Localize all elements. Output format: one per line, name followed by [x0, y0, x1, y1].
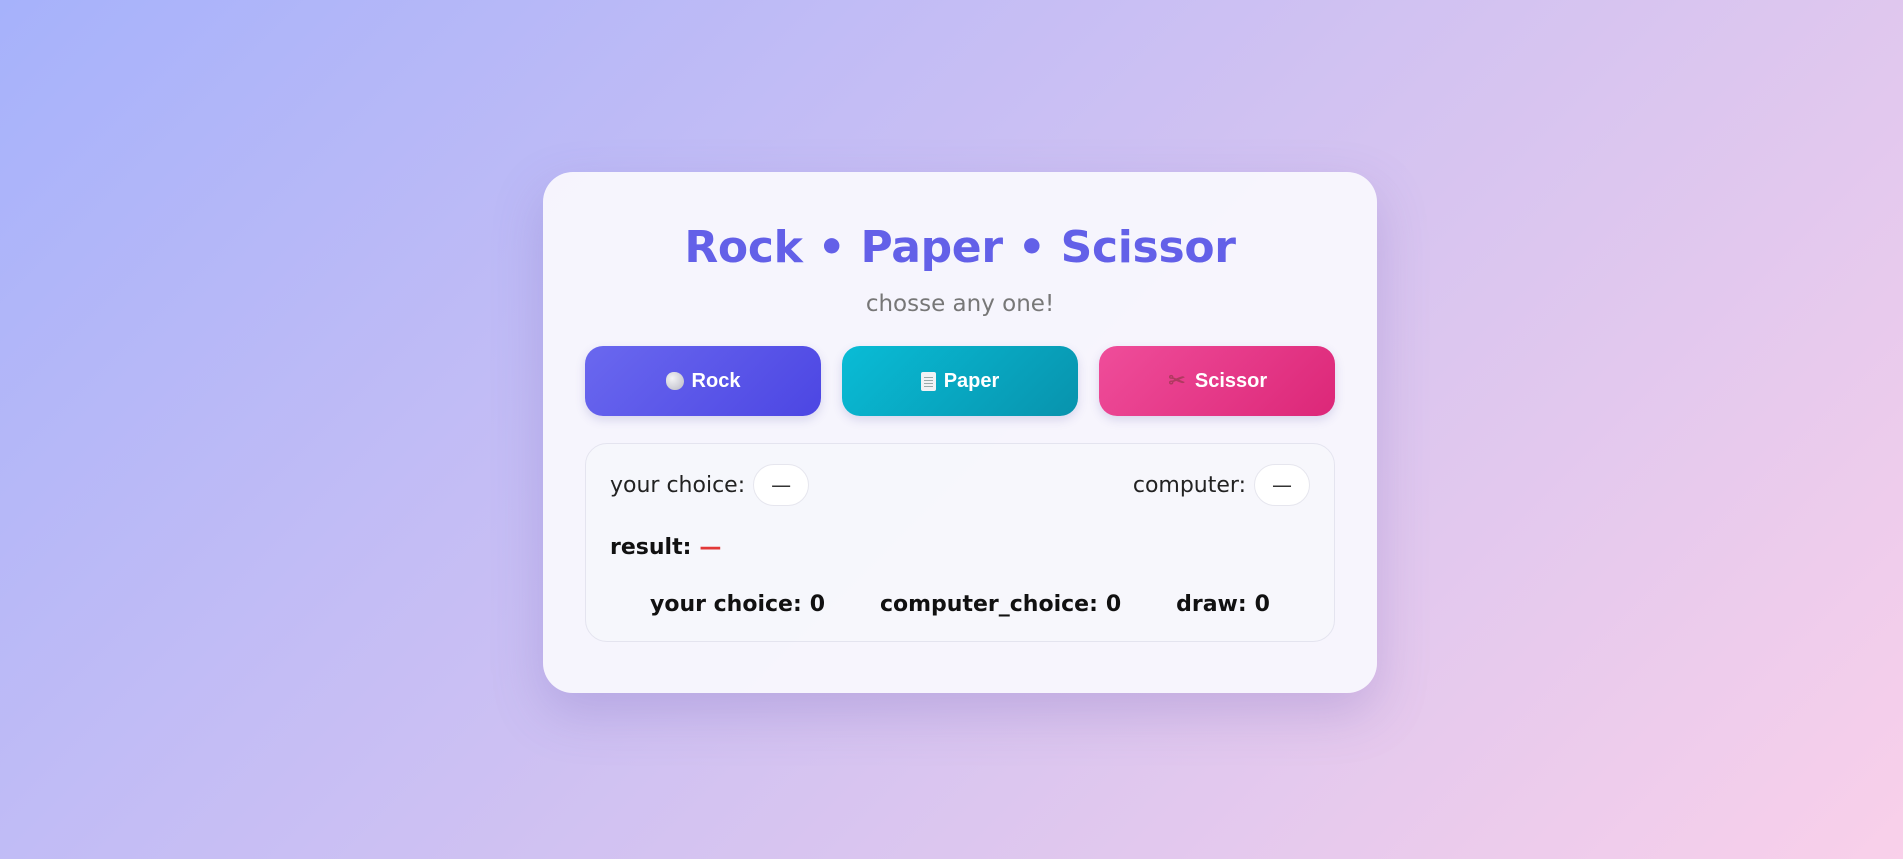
- your-choice-value: —: [753, 464, 810, 506]
- score-your-label: your choice:: [650, 592, 802, 617]
- result-value: —: [699, 534, 722, 560]
- score-draw-value: 0: [1254, 592, 1270, 617]
- score-computer-label: computer_choice:: [879, 592, 1098, 617]
- score-your-value: 0: [809, 592, 826, 617]
- paper-button[interactable]: Paper: [842, 346, 1078, 416]
- computer-choice-value: —: [1254, 464, 1310, 506]
- computer-choice-label: computer:: [1132, 472, 1246, 498]
- result-panel: your choice: — computer: — result: — you…: [585, 443, 1335, 642]
- score-computer: computer_choice: 0: [880, 592, 1121, 617]
- scissor-icon: ✂: [1168, 370, 1186, 392]
- score-draw-label: draw:: [1176, 592, 1247, 617]
- score-your: your choice: 0: [650, 592, 825, 617]
- rock-button[interactable]: Rock: [585, 346, 821, 416]
- pick-row: your choice: — computer: —: [610, 464, 1310, 506]
- your-choice-label: your choice:: [610, 472, 746, 498]
- page-subtitle: chosse any one!: [865, 291, 1055, 317]
- result-label: result:: [610, 534, 692, 560]
- computer-choice-group: computer: —: [1133, 464, 1310, 506]
- rock-button-label: Rock: [691, 369, 741, 392]
- score-computer-value: 0: [1105, 592, 1122, 617]
- your-choice-group: your choice: —: [610, 464, 810, 506]
- paper-icon: [920, 371, 936, 391]
- rock-icon: [665, 372, 684, 390]
- paper-button-label: Paper: [943, 369, 1000, 392]
- scissor-button-label: Scissor: [1194, 369, 1268, 392]
- game-card: Rock • Paper • Scissor chosse any one! R…: [543, 172, 1377, 693]
- score-draw: draw: 0: [1176, 592, 1270, 617]
- choice-buttons: Rock Paper ✂ Scissor: [585, 346, 1335, 416]
- scissor-button[interactable]: ✂ Scissor: [1099, 346, 1335, 416]
- page-title: Rock • Paper • Scissor: [684, 222, 1236, 273]
- result-row: result: —: [610, 532, 1310, 562]
- score-row: your choice: 0 computer_choice: 0 draw: …: [650, 592, 1270, 617]
